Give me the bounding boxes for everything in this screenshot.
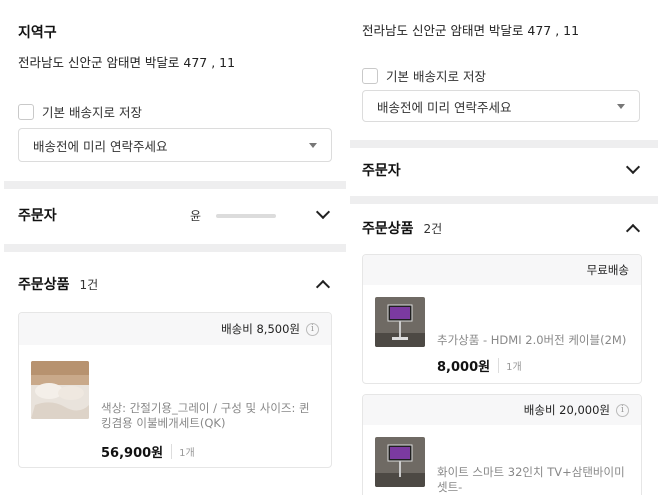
address-text: 전라남도 신안군 암태면 박달로 477 , 11 [362, 23, 580, 38]
order-form-right: 전라남도 신안군 암태면 박달로 477 , 11 기본 배송지로 저장 배송전… [350, 0, 658, 495]
product-price: 56,900원 [101, 446, 164, 461]
shipping-bar: 무료배송 [363, 255, 641, 285]
product-quantity: 1개 [498, 358, 522, 373]
info-icon[interactable]: i [616, 403, 629, 417]
chevron-down-icon[interactable] [625, 159, 641, 175]
free-shipping-label: 무료배송 [586, 263, 629, 277]
shipping-fee-bar: 배송비 20,000원 i [363, 395, 641, 425]
orderer-title: 주문자 [362, 163, 401, 179]
product-price: 8,000원 [437, 360, 491, 375]
default-address-label: 기본 배송지로 저장 [42, 105, 142, 120]
region-label: 지역구 [18, 25, 57, 41]
shipping-fee-bar: 배송비 8,500원 i [19, 313, 331, 345]
default-address-checkbox-row[interactable]: 기본 배송지로 저장 [362, 66, 486, 85]
product-item[interactable]: 색상: 간절기용_그레이 / 구성 및 사이즈: 퀸킹겸용 이불베개세트(QK)… [19, 345, 331, 461]
product-thumbnail[interactable] [375, 437, 425, 487]
delivery-note-select[interactable]: 배송전에 미리 연락주세요 [18, 128, 332, 162]
products-count: 2건 [423, 222, 443, 236]
products-count: 1건 [79, 278, 99, 292]
orderer-title: 주문자 [18, 208, 57, 224]
default-address-label: 기본 배송지로 저장 [386, 69, 486, 84]
product-card: 배송비 8,500원 i 색상: 간절기용_그레이 / 구성 및 사이즈: 퀸킹… [18, 312, 332, 468]
delivery-note-value: 배송전에 미리 연락주세요 [377, 99, 512, 115]
product-info: 화이트 스마트 32인치 TV+삼탠바이미 셋트- [437, 437, 629, 495]
orderer-section-header[interactable]: 주문자 [362, 158, 641, 182]
products-section-header[interactable]: 주문상품 2건 [362, 216, 641, 240]
price-row: 8,000원 1개 [437, 356, 626, 375]
product-name: 화이트 스마트 32인치 TV+삼탠바이미 셋트- [437, 465, 625, 494]
product-option: 색상: 간절기용_그레이 / 구성 및 사이즈: 퀸킹겸용 이불베개세트(QK) [101, 401, 310, 430]
chevron-down-icon[interactable] [315, 204, 331, 220]
section-divider [350, 140, 658, 148]
chevron-up-icon[interactable] [625, 223, 641, 239]
dropdown-caret-icon [617, 103, 625, 109]
info-icon[interactable]: i [306, 322, 319, 336]
product-thumbnail[interactable] [31, 361, 89, 419]
dropdown-caret-icon [309, 142, 317, 148]
section-divider [4, 181, 346, 189]
address-text: 전라남도 신안군 암태면 박달로 477 , 11 [18, 55, 236, 70]
product-card-free-shipping: 무료배송 추가상품 - HDMI 2.0버전 케이블(2M) 8,000원 1개 [362, 254, 642, 384]
chevron-up-icon[interactable] [315, 279, 331, 295]
product-thumbnail[interactable] [375, 297, 425, 347]
delivery-note-value: 배송전에 미리 연락주세요 [33, 138, 168, 154]
products-title-text: 주문상품 [18, 277, 70, 293]
product-card: 배송비 20,000원 i 화이트 스마트 32인치 TV+삼탠바이미 셋트- [362, 394, 642, 495]
default-address-checkbox[interactable] [18, 103, 34, 120]
product-item[interactable]: 추가상품 - HDMI 2.0버전 케이블(2M) 8,000원 1개 [363, 285, 641, 375]
products-title: 주문상품 1건 [18, 274, 98, 294]
tv-stand-image [375, 437, 425, 487]
section-divider [350, 196, 658, 204]
products-section-header[interactable]: 주문상품 1건 [18, 272, 331, 296]
orderer-section-header[interactable]: 주문자 윤 [18, 203, 331, 227]
orderer-name-redacted [216, 214, 276, 218]
products-title-text: 주문상품 [362, 221, 414, 237]
delivery-note-select[interactable]: 배송전에 미리 연락주세요 [362, 90, 640, 122]
product-name: 추가상품 - HDMI 2.0버전 케이블(2M) [437, 333, 627, 347]
bedding-image [31, 361, 89, 419]
price-row: 56,900원 1개 [101, 442, 317, 461]
product-info: 색상: 간절기용_그레이 / 구성 및 사이즈: 퀸킹겸용 이불베개세트(QK)… [101, 361, 317, 461]
tv-stand-image [375, 297, 425, 347]
default-address-checkbox-row[interactable]: 기본 배송지로 저장 [18, 102, 142, 121]
shipping-fee: 배송비 8,500원 [221, 322, 300, 336]
section-divider [4, 244, 346, 252]
product-item[interactable]: 화이트 스마트 32인치 TV+삼탠바이미 셋트- [363, 425, 641, 495]
product-info: 추가상품 - HDMI 2.0버전 케이블(2M) 8,000원 1개 [437, 297, 626, 375]
order-form-left: 지역구 전라남도 신안군 암태면 박달로 477 , 11 기본 배송지로 저장… [0, 0, 346, 495]
product-quantity: 1개 [171, 444, 195, 459]
products-title: 주문상품 2건 [362, 218, 442, 238]
orderer-name: 윤 [190, 209, 202, 223]
default-address-checkbox[interactable] [362, 67, 378, 84]
shipping-fee: 배송비 20,000원 [523, 403, 610, 417]
